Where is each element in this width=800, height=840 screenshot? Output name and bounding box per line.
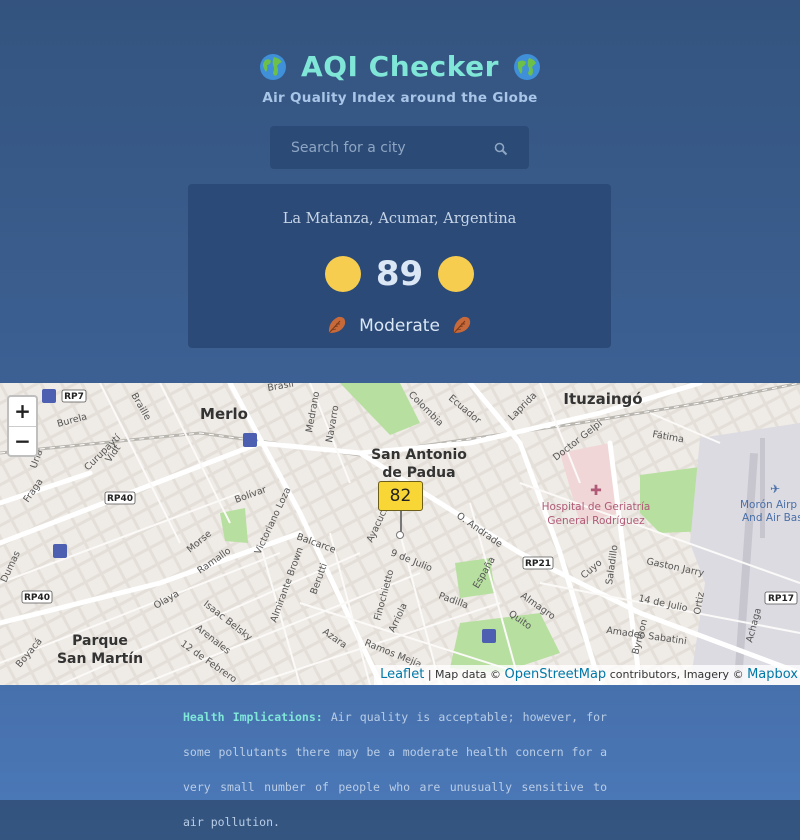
map-label-hospital-1: Hospital de Geriatría bbox=[542, 501, 651, 513]
search-bar bbox=[270, 126, 529, 169]
leaf-icon bbox=[328, 316, 346, 334]
aqi-row: 89 bbox=[188, 254, 611, 294]
globe-icon bbox=[514, 54, 541, 80]
map-label-merlo: Merlo bbox=[200, 405, 248, 423]
zoom-out-button[interactable]: − bbox=[9, 427, 36, 456]
aqi-result-card: La Matanza, Acumar, Argentina 89 Moderat… bbox=[188, 184, 611, 348]
route-shield-rp17: RP17 bbox=[768, 594, 794, 604]
route-shield-rp40: RP40 bbox=[107, 494, 133, 504]
map-label-parque: Parque bbox=[72, 633, 128, 649]
attribution-separator: | Map data © bbox=[424, 668, 505, 681]
map-label-de-padua: de Padua bbox=[382, 465, 455, 481]
status-dot-icon bbox=[324, 256, 361, 292]
health-label: Health Implications: bbox=[183, 710, 323, 724]
map-label-hospital-2: General Rodríguez bbox=[547, 515, 645, 527]
leaflet-link[interactable]: Leaflet bbox=[380, 667, 424, 682]
globe-icon bbox=[259, 54, 286, 80]
status-dot-icon bbox=[438, 256, 475, 292]
health-text: Air quality is acceptable; however, for … bbox=[183, 710, 607, 829]
map-label-ituzaingo: Ituzaingó bbox=[563, 390, 642, 408]
app-title: AQI Checker bbox=[0, 48, 800, 86]
search-input[interactable] bbox=[270, 126, 490, 169]
app-subtitle: Air Quality Index around the Globe bbox=[262, 90, 538, 106]
attribution-contrib: contributors, Imagery © bbox=[606, 668, 748, 681]
search-icon[interactable] bbox=[494, 142, 508, 156]
status-row: Moderate bbox=[188, 314, 611, 336]
aqi-value: 89 bbox=[375, 254, 424, 294]
health-implications: Health Implications: Air quality is acce… bbox=[183, 700, 607, 840]
map-label-airport-2: And Air Bas bbox=[742, 512, 800, 524]
hospital-cross-icon: ✚ bbox=[590, 483, 602, 499]
map-attribution: Leaflet | Map data © OpenStreetMap contr… bbox=[374, 665, 800, 685]
openstreetmap-link[interactable]: OpenStreetMap bbox=[505, 667, 607, 682]
airport-icon: ✈ bbox=[770, 482, 780, 496]
aqi-status: Moderate bbox=[359, 316, 440, 336]
marker-pin-icon bbox=[396, 531, 404, 539]
zoom-control: + − bbox=[7, 395, 38, 457]
leaf-icon bbox=[453, 316, 471, 334]
location-name: La Matanza, Acumar, Argentina bbox=[282, 211, 517, 227]
map-label-san-antonio: San Antonio bbox=[371, 447, 467, 463]
route-shield-rp40: RP40 bbox=[24, 593, 50, 603]
map-label-airport-1: Morón Airp bbox=[740, 499, 797, 511]
map-label-san-martin: San Martín bbox=[57, 651, 143, 667]
aqi-map-marker[interactable]: 82 bbox=[378, 481, 423, 511]
route-shield-rp21: RP21 bbox=[525, 559, 551, 569]
mapbox-link[interactable]: Mapbox bbox=[747, 667, 798, 682]
app-title-text: AQI Checker bbox=[301, 50, 499, 83]
app-header: AQI Checker Air Quality Index around the… bbox=[0, 48, 800, 106]
route-shield-rp7: RP7 bbox=[64, 392, 84, 402]
zoom-in-button[interactable]: + bbox=[9, 397, 36, 427]
